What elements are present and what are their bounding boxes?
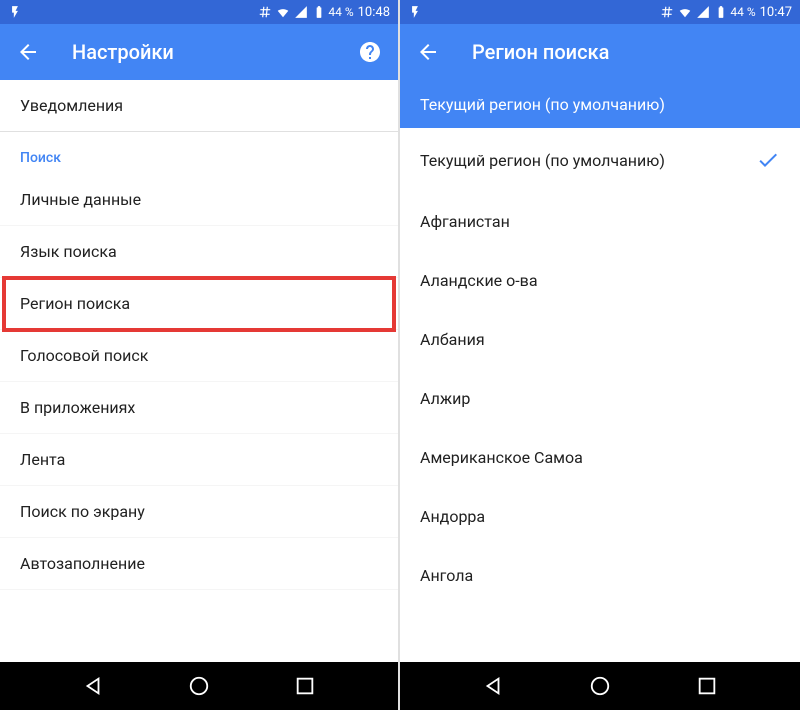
back-button[interactable]: [16, 40, 40, 64]
help-button[interactable]: [358, 40, 382, 64]
page-title: Настройки: [72, 40, 358, 64]
time-text: 10:48: [358, 5, 390, 20]
page-title: Регион поиска: [472, 40, 784, 64]
settings-screen: 44 % 10:48 Настройки Уведомления Поиск Л…: [0, 0, 400, 710]
region-label: Ангола: [420, 566, 473, 585]
settings-content: Уведомления Поиск Личные данные Язык пои…: [0, 80, 398, 662]
region-label: Албания: [420, 330, 485, 349]
settings-item-personal-data[interactable]: Личные данные: [0, 174, 398, 226]
region-screen: 44 % 10:47 Регион поиска Текущий регион …: [400, 0, 800, 710]
wifi-icon: [276, 5, 290, 19]
wifi-icon: [678, 5, 692, 19]
square-recent-icon: [696, 675, 718, 697]
status-bar: 44 % 10:48: [0, 0, 398, 24]
region-item[interactable]: Афганистан: [400, 192, 800, 251]
settings-item-screen-search[interactable]: Поиск по экрану: [0, 486, 398, 538]
status-right: 44 % 10:48: [258, 5, 390, 20]
section-header-search: Поиск: [0, 132, 398, 174]
region-label: Алжир: [420, 389, 470, 408]
settings-item-autofill[interactable]: Автозаполнение: [0, 538, 398, 590]
nav-recent-button[interactable]: [695, 674, 719, 698]
selected-region-banner: Текущий регион (по умолчанию): [400, 80, 800, 128]
signal-icon: [294, 5, 308, 19]
arrow-back-icon: [16, 40, 40, 64]
battery-indicator: 44 %: [312, 5, 353, 19]
triangle-back-icon: [482, 675, 504, 697]
region-item[interactable]: Албания: [400, 310, 800, 369]
nav-bar: [400, 662, 800, 710]
hash-icon: [258, 5, 272, 19]
settings-item-voice-search[interactable]: Голосовой поиск: [0, 330, 398, 382]
arrow-back-icon: [416, 40, 440, 64]
status-right: 44 % 10:47: [660, 5, 792, 20]
settings-item-search-language[interactable]: Язык поиска: [0, 226, 398, 278]
region-item-current[interactable]: Текущий регион (по умолчанию): [400, 128, 800, 192]
battery-icon: [714, 5, 728, 19]
nav-recent-button[interactable]: [293, 674, 317, 698]
battery-icon: [312, 5, 326, 19]
nav-home-button[interactable]: [187, 674, 211, 698]
region-item[interactable]: Ангола: [400, 546, 800, 605]
nav-bar: [0, 662, 398, 710]
region-label: Афганистан: [420, 212, 510, 231]
highlight-box: Регион поиска: [0, 278, 398, 330]
settings-item-in-apps[interactable]: В приложениях: [0, 382, 398, 434]
settings-item-search-region[interactable]: Регион поиска: [0, 278, 398, 330]
battery-indicator: 44 %: [714, 5, 755, 19]
region-item[interactable]: Аландские о-ва: [400, 251, 800, 310]
battery-text: 44 %: [730, 5, 755, 19]
app-bar: Регион поиска: [400, 24, 800, 80]
nav-back-button[interactable]: [81, 674, 105, 698]
status-bar: 44 % 10:47: [400, 0, 800, 24]
check-icon: [756, 148, 780, 172]
region-item[interactable]: Алжир: [400, 369, 800, 428]
region-label: Текущий регион (по умолчанию): [420, 151, 665, 170]
region-list: Текущий регион (по умолчанию) Афганистан…: [400, 128, 800, 662]
region-label: Американское Самоа: [420, 448, 583, 467]
back-button[interactable]: [416, 40, 440, 64]
settings-item-notifications[interactable]: Уведомления: [0, 80, 398, 132]
circle-home-icon: [188, 675, 210, 697]
triangle-back-icon: [82, 675, 104, 697]
signal-icon: [696, 5, 710, 19]
circle-home-icon: [589, 675, 611, 697]
region-label: Аландские о-ва: [420, 271, 538, 290]
flash-icon: [408, 5, 422, 19]
settings-item-feed[interactable]: Лента: [0, 434, 398, 486]
hash-icon: [660, 5, 674, 19]
time-text: 10:47: [760, 5, 792, 20]
region-item[interactable]: Американское Самоа: [400, 428, 800, 487]
nav-home-button[interactable]: [588, 674, 612, 698]
square-recent-icon: [294, 675, 316, 697]
status-left: [408, 5, 422, 19]
status-left: [8, 5, 22, 19]
region-item[interactable]: Андорра: [400, 487, 800, 546]
flash-icon: [8, 5, 22, 19]
region-label: Андорра: [420, 507, 485, 526]
help-icon: [358, 40, 382, 64]
nav-back-button[interactable]: [481, 674, 505, 698]
app-bar: Настройки: [0, 24, 398, 80]
battery-text: 44 %: [328, 5, 353, 19]
